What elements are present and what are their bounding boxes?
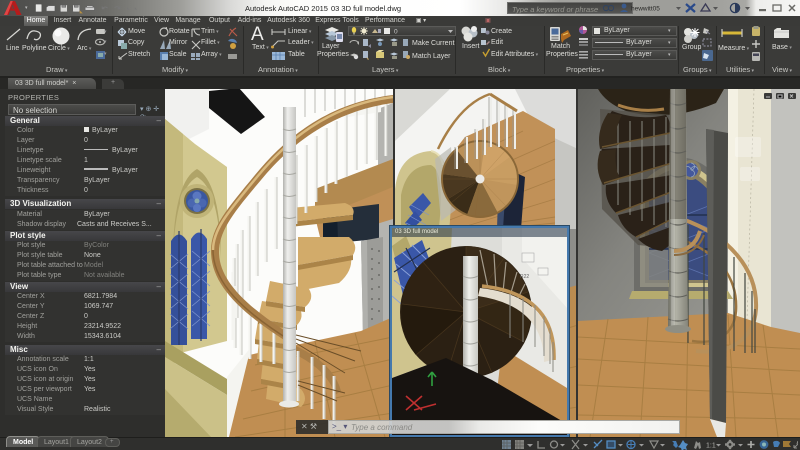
svg-text:R22: R22: [520, 274, 529, 280]
svg-text:1:1: 1:1: [706, 443, 716, 450]
svg-text:hewwitt05: hewwitt05: [631, 6, 660, 13]
svg-text:0: 0: [394, 29, 398, 36]
